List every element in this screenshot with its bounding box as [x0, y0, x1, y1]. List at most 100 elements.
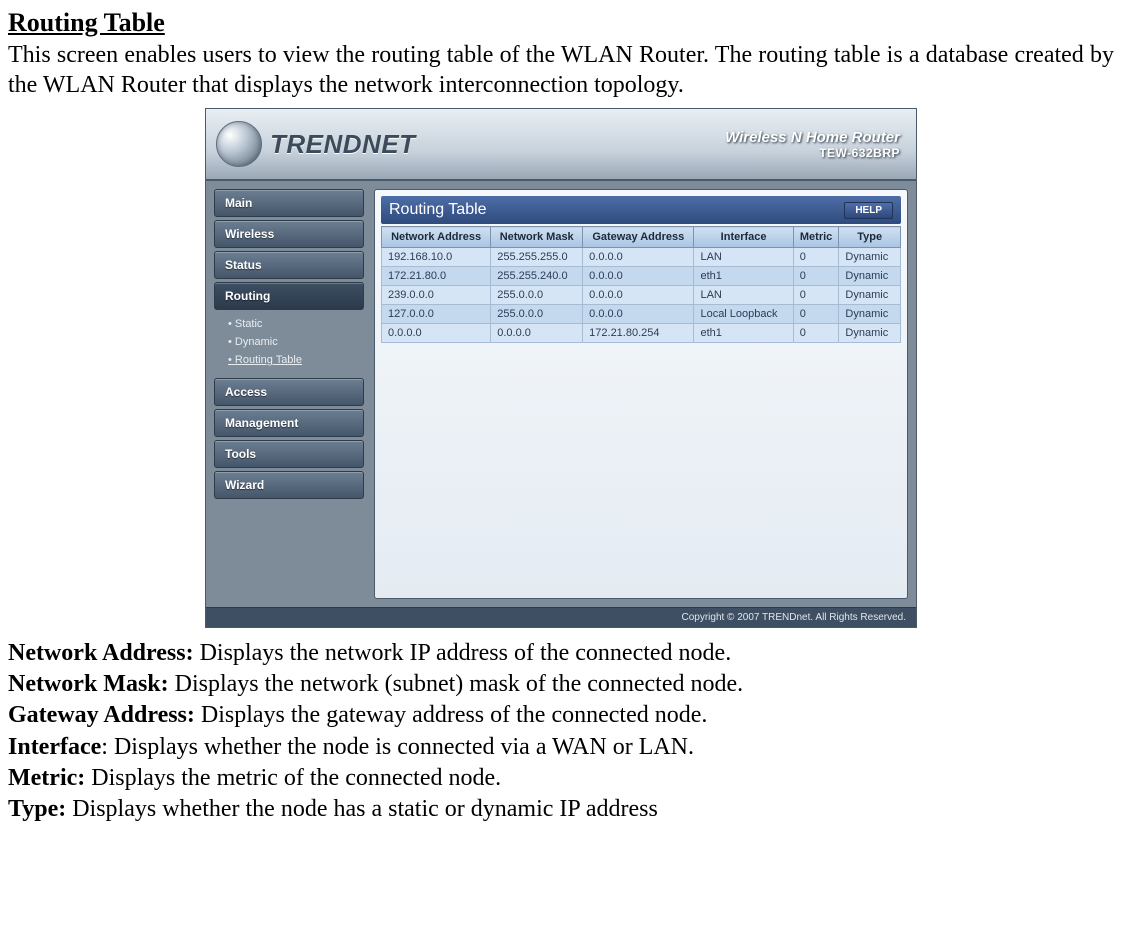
def-desc: : Displays whether the node is connected… [101, 734, 694, 760]
col-network-address: Network Address [382, 227, 491, 248]
def-desc: Displays the gateway address of the conn… [195, 702, 708, 728]
brand-text: TRENDNET [270, 129, 416, 160]
help-button[interactable]: HELP [844, 202, 893, 219]
cell: 255.255.255.0 [491, 248, 583, 267]
cell: 0.0.0.0 [583, 286, 694, 305]
cell: 172.21.80.0 [382, 267, 491, 286]
routing-table: Network Address Network Mask Gateway Add… [381, 226, 901, 343]
cell: 0.0.0.0 [583, 305, 694, 324]
sidebar-item-main[interactable]: Main [214, 189, 364, 217]
table-row: 0.0.0.0 0.0.0.0 172.21.80.254 eth1 0 Dyn… [382, 324, 901, 343]
table-row: 239.0.0.0 255.0.0.0 0.0.0.0 LAN 0 Dynami… [382, 286, 901, 305]
cell: Dynamic [839, 286, 901, 305]
router-screenshot: TRENDNET Wireless N Home Router TEW-632B… [8, 108, 1114, 628]
cell: Dynamic [839, 305, 901, 324]
definitions: Network Address: Displays the network IP… [8, 638, 1114, 825]
def-row: Interface: Displays whether the node is … [8, 732, 1114, 763]
cell: 0.0.0.0 [491, 324, 583, 343]
def-row: Gateway Address: Displays the gateway ad… [8, 700, 1114, 731]
col-metric: Metric [793, 227, 839, 248]
sidebar-label: Wireless [225, 227, 274, 241]
sidebar-item-tools[interactable]: Tools [214, 440, 364, 468]
sidebar-label: Access [225, 385, 267, 399]
cell: 127.0.0.0 [382, 305, 491, 324]
cell: 0.0.0.0 [382, 324, 491, 343]
def-row: Network Mask: Displays the network (subn… [8, 669, 1114, 700]
product-model: TEW-632BRP [725, 146, 900, 160]
def-term: Interface [8, 734, 101, 760]
cell: Local Loopback [694, 305, 793, 324]
doc-intro: This screen enables users to view the ro… [8, 40, 1114, 100]
def-term: Metric: [8, 765, 85, 791]
router-ui: TRENDNET Wireless N Home Router TEW-632B… [205, 108, 917, 628]
router-body: Main Wireless Status Routing Static Dyna… [206, 181, 916, 607]
brand: TRENDNET [216, 121, 416, 167]
routing-table-body: 192.168.10.0 255.255.255.0 0.0.0.0 LAN 0… [382, 248, 901, 343]
def-row: Type: Displays whether the node has a st… [8, 794, 1114, 825]
routing-submenu: Static Dynamic Routing Table [214, 313, 364, 375]
def-row: Network Address: Displays the network IP… [8, 638, 1114, 669]
sidebar-item-management[interactable]: Management [214, 409, 364, 437]
def-term: Network Address: [8, 640, 194, 666]
cell: 0 [793, 305, 839, 324]
submenu-label: Routing Table [235, 354, 302, 366]
cell: eth1 [694, 324, 793, 343]
cell: 0.0.0.0 [583, 248, 694, 267]
col-gateway-address: Gateway Address [583, 227, 694, 248]
cell: 255.255.240.0 [491, 267, 583, 286]
sidebar-label: Tools [225, 447, 256, 461]
cell: Dynamic [839, 248, 901, 267]
cell: 172.21.80.254 [583, 324, 694, 343]
submenu-dynamic[interactable]: Dynamic [228, 333, 364, 351]
cell: 255.0.0.0 [491, 286, 583, 305]
cell: 192.168.10.0 [382, 248, 491, 267]
cell: 0 [793, 267, 839, 286]
sidebar: Main Wireless Status Routing Static Dyna… [214, 189, 364, 599]
cell: Dynamic [839, 267, 901, 286]
col-network-mask: Network Mask [491, 227, 583, 248]
content-panel: Routing Table HELP Network Address Netwo… [374, 189, 908, 599]
def-term: Type: [8, 796, 66, 822]
router-footer: Copyright © 2007 TRENDnet. All Rights Re… [206, 607, 916, 627]
def-term: Network Mask: [8, 671, 169, 697]
table-row: 192.168.10.0 255.255.255.0 0.0.0.0 LAN 0… [382, 248, 901, 267]
sidebar-label: Management [225, 416, 298, 430]
panel-header: Routing Table HELP [381, 196, 901, 224]
sidebar-label: Routing [225, 289, 270, 303]
router-header: TRENDNET Wireless N Home Router TEW-632B… [206, 109, 916, 181]
sidebar-item-routing[interactable]: Routing [214, 282, 364, 310]
def-desc: Displays whether the node has a static o… [66, 796, 658, 822]
brand-orb-icon [216, 121, 262, 167]
table-row: 127.0.0.0 255.0.0.0 0.0.0.0 Local Loopba… [382, 305, 901, 324]
cell: 239.0.0.0 [382, 286, 491, 305]
doc-title: Routing Table [8, 8, 1114, 38]
submenu-routing-table[interactable]: Routing Table [228, 351, 364, 369]
sidebar-label: Wizard [225, 478, 264, 492]
cell: 0.0.0.0 [583, 267, 694, 286]
sidebar-label: Status [225, 258, 262, 272]
cell: 0 [793, 324, 839, 343]
col-type: Type [839, 227, 901, 248]
sidebar-item-status[interactable]: Status [214, 251, 364, 279]
cell: LAN [694, 286, 793, 305]
sidebar-item-wireless[interactable]: Wireless [214, 220, 364, 248]
submenu-label: Dynamic [235, 336, 278, 348]
sidebar-item-access[interactable]: Access [214, 378, 364, 406]
cell: eth1 [694, 267, 793, 286]
cell: LAN [694, 248, 793, 267]
def-term: Gateway Address: [8, 702, 195, 728]
submenu-static[interactable]: Static [228, 315, 364, 333]
def-desc: Displays the metric of the connected nod… [85, 765, 501, 791]
table-row: 172.21.80.0 255.255.240.0 0.0.0.0 eth1 0… [382, 267, 901, 286]
panel-title: Routing Table [389, 201, 487, 219]
cell: 255.0.0.0 [491, 305, 583, 324]
cell: Dynamic [839, 324, 901, 343]
sidebar-label: Main [225, 196, 252, 210]
def-desc: Displays the network IP address of the c… [194, 640, 732, 666]
col-interface: Interface [694, 227, 793, 248]
table-header-row: Network Address Network Mask Gateway Add… [382, 227, 901, 248]
cell: 0 [793, 286, 839, 305]
def-row: Metric: Displays the metric of the conne… [8, 763, 1114, 794]
sidebar-item-wizard[interactable]: Wizard [214, 471, 364, 499]
submenu-label: Static [235, 318, 263, 330]
